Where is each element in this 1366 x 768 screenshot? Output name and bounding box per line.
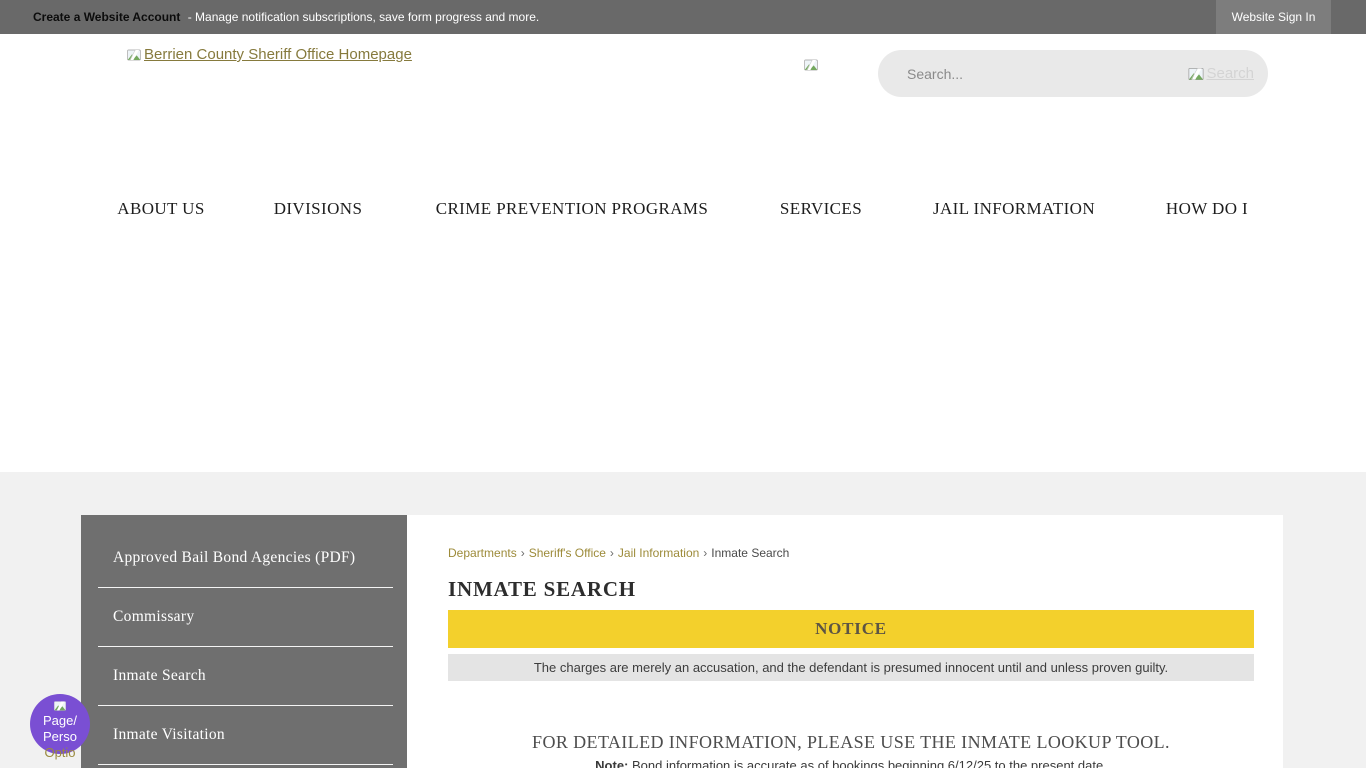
alert-message: Create a Website Account - Manage notifi… (0, 10, 539, 24)
create-account-link[interactable]: Create a Website Account (33, 10, 180, 24)
notice-banner: NOTICE (448, 610, 1254, 648)
breadcrumb-separator: › (610, 546, 614, 560)
breadcrumb-separator: › (521, 546, 525, 560)
sidebar-item-approved-bail-bond-agencies[interactable]: Approved Bail Bond Agencies (PDF) (81, 529, 407, 587)
sidebar-item-inmate-search[interactable]: Inmate Search (81, 647, 407, 705)
broken-image-icon (126, 47, 142, 63)
notice-text-bar: The charges are merely an accusation, an… (448, 654, 1254, 681)
logo-alt-text: Berrien County Sheriff Office Homepage (144, 46, 412, 63)
nav-item-how-do-i[interactable]: HOW DO I (1166, 199, 1248, 219)
broken-image-icon (1187, 65, 1205, 83)
nav-item-crime-prevention-programs[interactable]: CRIME PREVENTION PROGRAMS (436, 199, 709, 219)
page: Create a Website Account - Manage notifi… (0, 0, 1366, 768)
search-input[interactable] (907, 66, 1187, 82)
callout-text: FOR DETAILED INFORMATION, PLEASE USE THE… (448, 732, 1254, 753)
notice-text: The charges are merely an accusation, an… (534, 660, 1168, 675)
page-title: INMATE SEARCH (448, 577, 636, 602)
alert-message-text: - Manage notification subscriptions, sav… (188, 10, 540, 24)
breadcrumb-link-jail-information[interactable]: Jail Information (618, 546, 699, 560)
nav-item-services[interactable]: SERVICES (780, 199, 862, 219)
search-box: Search (878, 50, 1268, 97)
widget-alt-line: Perso (43, 729, 77, 745)
sidebar-item-commissary[interactable]: Commissary (81, 588, 407, 646)
widget-alt-line: Page/ (43, 713, 77, 729)
alert-bar: Create a Website Account - Manage notifi… (0, 0, 1366, 34)
website-signin-button[interactable]: Website Sign In (1216, 0, 1331, 34)
page-personalization-widget-button[interactable]: Page/ Perso Optio (30, 694, 90, 754)
note-text: Note: Bond information is accurate as of… (448, 758, 1254, 768)
broken-image-icon (803, 57, 819, 73)
search-button-label: Search (1206, 65, 1254, 82)
breadcrumb: Departments › Sheriff's Office › Jail Inform… (448, 546, 789, 560)
broken-image-icon (53, 699, 67, 713)
breadcrumb-link-sheriffs-office[interactable]: Sheriff's Office (529, 546, 606, 560)
notice-heading: NOTICE (815, 619, 887, 639)
logo-link[interactable]: Berrien County Sheriff Office Homepage (126, 46, 412, 63)
nav-item-about-us[interactable]: ABOUT US (117, 199, 204, 219)
widget-alt-line: Optio (44, 745, 75, 761)
sidebar-item-inmate-visitation[interactable]: Inmate Visitation (81, 706, 407, 764)
breadcrumb-current: Inmate Search (711, 546, 789, 560)
note-body: Bond information is accurate as of booki… (628, 758, 1106, 768)
sidebar-divider (98, 764, 393, 765)
nav-item-divisions[interactable]: DIVISIONS (274, 199, 363, 219)
sidebar: Approved Bail Bond Agencies (PDF) Commis… (81, 515, 407, 768)
search-button[interactable]: Search (1187, 65, 1254, 83)
note-label: Note: (595, 758, 628, 768)
breadcrumb-link-departments[interactable]: Departments (448, 546, 517, 560)
nav-item-jail-information[interactable]: JAIL INFORMATION (933, 199, 1095, 219)
breadcrumb-separator: › (703, 546, 707, 560)
